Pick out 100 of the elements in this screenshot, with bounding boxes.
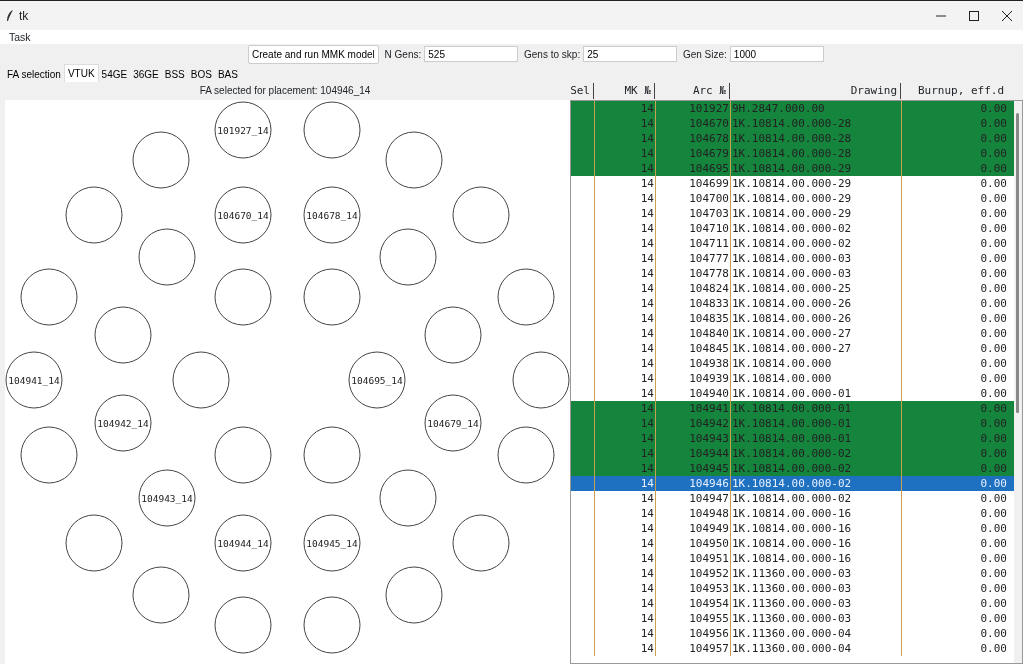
- input-field[interactable]: 525: [424, 46, 519, 62]
- table-row[interactable]: 14 104840 1K.10814.00.000-27 0.00: [571, 326, 1014, 341]
- assembly-position[interactable]: 101927_14: [214, 101, 272, 159]
- empty-position[interactable]: [452, 186, 510, 244]
- table-cell-text: 0.00: [979, 296, 1008, 311]
- table-row[interactable]: 14 104947 1K.10814.00.000-02 0.00: [571, 491, 1014, 506]
- table-row[interactable]: 14 104835 1K.10814.00.000-26 0.00: [571, 311, 1014, 326]
- table-row[interactable]: 14 104956 1K.11360.00.000-04 0.00: [571, 626, 1014, 641]
- column-header[interactable]: Sel: [570, 82, 594, 100]
- table-row[interactable]: 14 104946 1K.10814.00.000-02 0.00: [571, 476, 1014, 491]
- input-field[interactable]: 1000: [729, 46, 824, 62]
- table-cell: 1K.10814.00.000: [731, 356, 902, 371]
- input-field[interactable]: 25: [583, 46, 678, 62]
- assembly-position[interactable]: 104670_14: [214, 186, 272, 244]
- empty-position[interactable]: [20, 268, 78, 326]
- empty-position[interactable]: [512, 351, 570, 409]
- table-row[interactable]: 14 104954 1K.11360.00.000-03 0.00: [571, 596, 1014, 611]
- scrollbar[interactable]: [1014, 101, 1022, 663]
- table-cell: 14: [595, 596, 656, 611]
- table-cell-text: 0.00: [979, 341, 1008, 356]
- column-header[interactable]: Arc №: [655, 82, 730, 100]
- table-cell-text: 0.00: [979, 446, 1008, 461]
- empty-position[interactable]: [132, 566, 190, 624]
- empty-position[interactable]: [385, 131, 443, 189]
- table-row[interactable]: 14 104703 1K.10814.00.000-29 0.00: [571, 206, 1014, 221]
- table-cell: 14: [595, 176, 656, 191]
- empty-position[interactable]: [303, 596, 361, 654]
- table-cell: 1K.10814.00.000-03: [731, 266, 902, 281]
- table-row[interactable]: 14 104699 1K.10814.00.000-29 0.00: [571, 176, 1014, 191]
- table-row[interactable]: 14 104824 1K.10814.00.000-25 0.00: [571, 281, 1014, 296]
- empty-position[interactable]: [497, 268, 555, 326]
- table-cell: 14: [595, 311, 656, 326]
- table-row[interactable]: 14 104952 1K.11360.00.000-03 0.00: [571, 566, 1014, 581]
- table-row[interactable]: 14 104711 1K.10814.00.000-02 0.00: [571, 236, 1014, 251]
- table-row[interactable]: 14 104777 1K.10814.00.000-03 0.00: [571, 251, 1014, 266]
- table-row[interactable]: 14 104950 1K.10814.00.000-16 0.00: [571, 536, 1014, 551]
- empty-position[interactable]: [94, 306, 152, 364]
- assembly-position[interactable]: 104942_14: [94, 394, 152, 452]
- table-row[interactable]: 14 104778 1K.10814.00.000-03 0.00: [571, 266, 1014, 281]
- empty-position[interactable]: [303, 101, 361, 159]
- table-row[interactable]: 14 104938 1K.10814.00.000 0.00: [571, 356, 1014, 371]
- table-cell: 14: [595, 536, 656, 551]
- table-row[interactable]: 14 104951 1K.10814.00.000-16 0.00: [571, 551, 1014, 566]
- empty-position[interactable]: [20, 426, 78, 484]
- table-cell: 14: [595, 206, 656, 221]
- assembly-position[interactable]: 104695_14: [348, 351, 406, 409]
- tab[interactable]: VTUK: [63, 64, 99, 82]
- table-row[interactable]: 14 104949 1K.10814.00.000-16 0.00: [571, 521, 1014, 536]
- table-row[interactable]: 14 104953 1K.11360.00.000-03 0.00: [571, 581, 1014, 596]
- empty-position[interactable]: [385, 566, 443, 624]
- assembly-position[interactable]: 104941_14: [5, 351, 63, 409]
- assembly-position[interactable]: 104679_14: [424, 394, 482, 452]
- table-row[interactable]: 14 104710 1K.10814.00.000-02 0.00: [571, 221, 1014, 236]
- table-row[interactable]: 14 104948 1K.10814.00.000-16 0.00: [571, 506, 1014, 521]
- empty-position[interactable]: [132, 131, 190, 189]
- assembly-position[interactable]: 104678_14: [303, 186, 361, 244]
- empty-position[interactable]: [138, 228, 196, 286]
- empty-position[interactable]: [424, 306, 482, 364]
- empty-position[interactable]: [214, 596, 272, 654]
- table-cell: 1K.11360.00.000-03: [731, 611, 902, 626]
- table-row[interactable]: 14 104700 1K.10814.00.000-29 0.00: [571, 191, 1014, 206]
- empty-position[interactable]: [497, 426, 555, 484]
- assembly-position[interactable]: 104943_14: [138, 469, 196, 527]
- empty-position[interactable]: [65, 186, 123, 244]
- table-cell: 1K.10814.00.000-26: [731, 311, 902, 326]
- table-cell-text: 0.00: [979, 536, 1008, 551]
- table-row[interactable]: 14 104845 1K.10814.00.000-27 0.00: [571, 341, 1014, 356]
- empty-position[interactable]: [65, 514, 123, 572]
- table-cell: 104778: [656, 266, 731, 281]
- column-header[interactable]: Burnup, eff.d: [901, 82, 1007, 100]
- table-row[interactable]: 14 104957 1K.11360.00.000-04 0.00: [571, 641, 1014, 656]
- empty-position[interactable]: [379, 228, 437, 286]
- table-cell: 14: [595, 326, 656, 341]
- column-header[interactable]: MK №: [594, 82, 655, 100]
- table-cell: 104956: [656, 626, 731, 641]
- table-cell-text: 0.00: [979, 581, 1008, 596]
- field-label: N Gens:: [384, 47, 422, 62]
- empty-position[interactable]: [303, 268, 361, 326]
- empty-position[interactable]: [172, 351, 230, 409]
- table-row[interactable]: 14 104833 1K.10814.00.000-26 0.00: [571, 296, 1014, 311]
- menu-item[interactable]: Task: [9, 30, 31, 44]
- column-header[interactable]: Drawing: [730, 82, 901, 100]
- empty-position[interactable]: [303, 426, 361, 484]
- table-row[interactable]: 14 104939 1K.10814.00.000 0.00: [571, 371, 1014, 386]
- table-cell: 104703: [656, 206, 731, 221]
- placement-label: FA selected for placement: 104946_14: [198, 84, 372, 98]
- assembly-position[interactable]: 104945_14: [303, 514, 361, 572]
- table-cell-text: 0.00: [979, 326, 1008, 341]
- empty-position[interactable]: [452, 514, 510, 572]
- empty-position[interactable]: [214, 268, 272, 326]
- table-cell-text: 0.00: [979, 521, 1008, 536]
- assembly-position[interactable]: 104944_14: [214, 514, 272, 572]
- empty-position[interactable]: [214, 426, 272, 484]
- table-cell: 14: [595, 356, 656, 371]
- table-cell: 1K.10814.00.000-16: [731, 551, 902, 566]
- empty-position[interactable]: [379, 469, 437, 527]
- table-cell: 104947: [656, 491, 731, 506]
- run-model-button[interactable]: Create and run MMK model: [248, 44, 379, 64]
- table-row[interactable]: 14 104955 1K.11360.00.000-03 0.00: [571, 611, 1014, 626]
- table-cell-text: 0.00: [979, 611, 1008, 626]
